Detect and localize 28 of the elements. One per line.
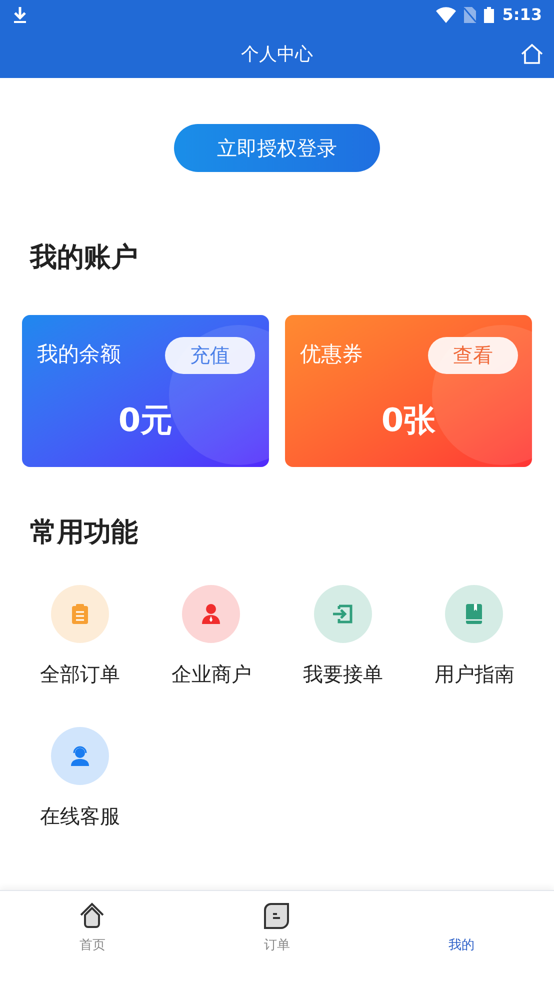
page-title: 个人中心 <box>241 42 313 66</box>
feature-label[interactable]: 全部订单 <box>40 659 120 689</box>
wifi-icon <box>436 7 456 23</box>
feature-label[interactable]: 企业商户 <box>171 659 252 689</box>
no-sim-icon <box>464 7 476 23</box>
enter-icon <box>330 602 355 626</box>
card-action-button[interactable]: 查看 <box>428 336 518 374</box>
card-label: 我的余额 <box>37 341 121 368</box>
card-value: 0元 <box>118 400 173 440</box>
download-icon <box>12 6 28 24</box>
section-title: 常用功能 <box>30 516 139 550</box>
tab-bar-item[interactable]: 我的 <box>369 891 554 986</box>
tab-bar-item[interactable]: 订单 <box>184 891 370 986</box>
battery-icon <box>484 7 494 23</box>
home-icon[interactable] <box>520 42 544 66</box>
feature-label[interactable]: 用户指南 <box>434 659 514 689</box>
chat-icon <box>262 901 292 931</box>
login-button[interactable]: 立即授权登录 <box>174 124 380 172</box>
section-title: 我的账户 <box>30 241 139 275</box>
tab-bar-item[interactable]: 首页 <box>0 891 185 986</box>
account-card[interactable]: 我的余额 充值 0元 <box>22 314 269 466</box>
account-card[interactable]: 优惠券 查看 0张 <box>285 314 532 466</box>
card-label: 优惠券 <box>300 341 363 368</box>
card-value: 0张 <box>381 400 436 440</box>
feature-label[interactable]: 在线客服 <box>40 801 120 831</box>
clock-time: 5:13 <box>502 4 542 26</box>
feature-label[interactable]: 我要接单 <box>302 659 383 689</box>
card-action-button[interactable]: 充值 <box>165 336 255 374</box>
